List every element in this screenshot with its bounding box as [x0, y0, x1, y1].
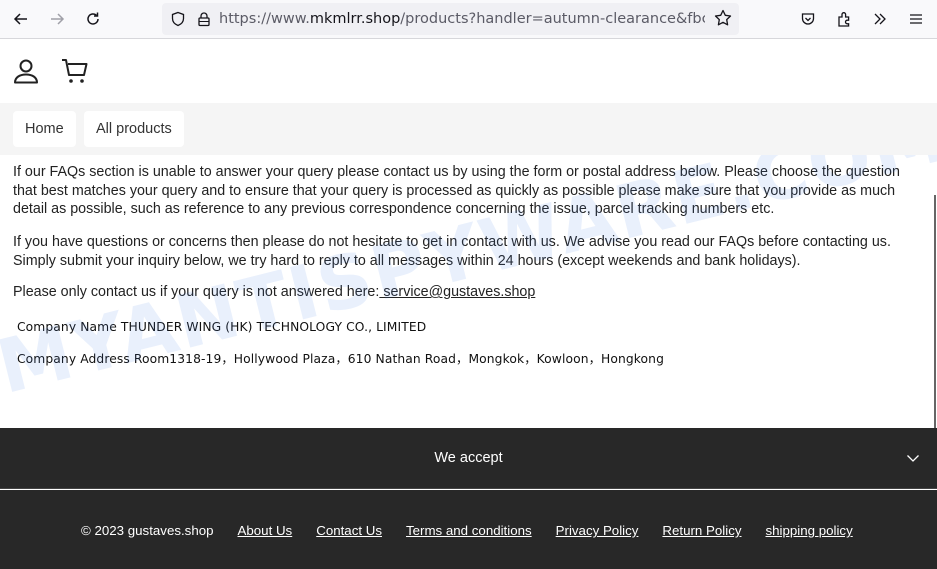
payment-accept-bar[interactable]: We accept	[0, 428, 937, 489]
forward-button[interactable]	[44, 6, 70, 32]
faq-paragraph: If our FAQs section is unable to answer …	[13, 164, 900, 217]
app-menu-button[interactable]	[903, 6, 929, 32]
copyright: © 2023 gustaves.shop	[81, 523, 214, 538]
footer-link-return-policy[interactable]: Return Policy	[662, 523, 741, 538]
email-paragraph: Please only contact us if your query is …	[13, 283, 918, 302]
url-bar[interactable]: https://www.mkmlrr.shop/products?handler…	[162, 3, 739, 35]
cart-button[interactable]	[60, 56, 90, 86]
footer-link-privacy-policy[interactable]: Privacy Policy	[556, 523, 639, 538]
pocket-button[interactable]	[795, 6, 821, 32]
reload-button[interactable]	[80, 6, 106, 32]
url-host: mkmlrr.shop	[309, 11, 401, 27]
back-button[interactable]	[8, 6, 34, 32]
footer-links: © 2023 gustaves.shop About Us Contact Us…	[81, 523, 853, 538]
reload-icon	[87, 12, 99, 25]
footer-link-terms[interactable]: Terms and conditions	[406, 523, 532, 538]
company-address: Company Address Room1318-19，Hollywood Pl…	[17, 352, 664, 366]
lock-icon[interactable]	[193, 8, 215, 30]
url-path: /products?handler=autumn-clearance&fbcli…	[400, 11, 705, 27]
pocket-icon	[801, 13, 815, 25]
menu-item-all-products[interactable]: All products	[84, 111, 184, 147]
menu-item-home[interactable]: Home	[13, 111, 76, 147]
email-link[interactable]: service@gustaves.shop	[379, 284, 535, 300]
url-text[interactable]: https://www.mkmlrr.shop/products?handler…	[219, 11, 705, 27]
double-chevron-icon	[874, 13, 886, 25]
company-name: Company Name THUNDER WING (HK) TECHNOLOG…	[17, 320, 427, 334]
cart-icon	[62, 59, 88, 83]
puzzle-icon	[838, 12, 850, 27]
contact-paragraph: If you have questions or concerns then p…	[13, 234, 891, 269]
footer-link-contact-us[interactable]: Contact Us	[316, 523, 382, 538]
extensions-button[interactable]	[831, 6, 857, 32]
footer: © 2023 gustaves.shop About Us Contact Us…	[0, 490, 937, 569]
arrow-left-icon	[13, 13, 27, 25]
arrow-right-icon	[51, 13, 65, 25]
site-header	[0, 40, 937, 103]
user-icon	[14, 59, 38, 84]
browser-toolbar: https://www.mkmlrr.shop/products?handler…	[0, 0, 937, 39]
footer-link-about-us[interactable]: About Us	[238, 523, 293, 538]
bookmark-star-icon[interactable]	[713, 8, 733, 33]
account-button[interactable]	[11, 56, 41, 86]
chevron-down-icon[interactable]	[905, 450, 921, 466]
menu-bar: Home All products	[0, 103, 937, 155]
overflow-button[interactable]	[867, 6, 893, 32]
shield-icon[interactable]	[167, 8, 189, 30]
email-prompt: Please only contact us if your query is …	[13, 284, 380, 300]
we-accept-label: We accept	[434, 450, 503, 466]
hamburger-icon	[910, 14, 922, 24]
footer-link-shipping-policy[interactable]: shipping policy	[766, 523, 853, 538]
url-prefix: https://www.	[219, 11, 310, 27]
contact-content: If our FAQs section is unable to answer …	[0, 155, 937, 428]
scrollbar-edge	[934, 195, 936, 428]
